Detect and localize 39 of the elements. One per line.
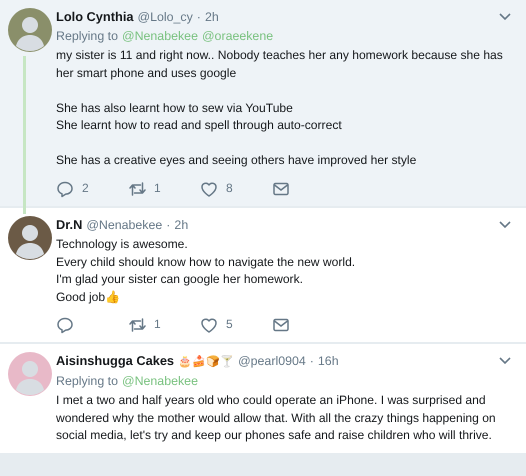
user-name: Aisinshugga Cakes xyxy=(56,352,174,370)
separator-dot: · xyxy=(196,9,201,26)
replying-label: Replying to xyxy=(56,28,118,45)
tweet-time: 2h xyxy=(204,9,219,26)
mention-link[interactable]: @Nenabekee xyxy=(122,28,198,45)
user-handle: @pearl0904 xyxy=(238,353,306,370)
retweet-icon[interactable] xyxy=(128,316,146,334)
replying-label: Replying to xyxy=(56,372,118,390)
tweet-time: 2h xyxy=(174,216,188,234)
user-handle: @Nenabekee xyxy=(86,216,162,234)
avatar xyxy=(8,352,52,396)
tweet-time: 16h xyxy=(318,353,339,370)
user-name: Lolo Cynthia xyxy=(56,8,134,26)
user-name: Dr.N xyxy=(56,216,82,233)
action-count: 2 xyxy=(82,180,89,197)
separator-dot: · xyxy=(166,216,170,234)
avatar xyxy=(8,216,52,260)
avatar xyxy=(8,8,52,52)
name-emoji: 🎂🍰🍞🍸 xyxy=(178,354,234,370)
action-count: 1 xyxy=(154,316,161,334)
heart-icon[interactable] xyxy=(200,316,218,334)
tweet-text: my sister is 11 and right now.. Nobody teaches her any homework because she has her smart phone and uses google She has also learnt how to sew via YouTube She learnt how to read and spell through auto-correct She has a creative eyes and seeing others have improved her style xyxy=(56,47,504,169)
caret-icon[interactable] xyxy=(498,12,512,22)
heart-icon[interactable] xyxy=(200,180,218,198)
reply-icon[interactable] xyxy=(56,180,74,198)
tweet-text: I met a two and half years old who could operate an iPhone. I was surprised and wondered why the mother would allow that. With all the crazy things happening on social media, let's try and keep our phones safe and raise children who will thrive. xyxy=(56,392,497,444)
reply-icon[interactable] xyxy=(56,316,74,334)
action-count: 5 xyxy=(226,316,233,334)
tweet-text: Technology is awesome. Every child should know how to navigate the new world. I'm glad your sister can google her homework. Good job👍 xyxy=(56,236,356,306)
caret-icon[interactable] xyxy=(498,220,512,230)
action-count: 8 xyxy=(226,180,233,197)
user-handle: @Lolo_cy xyxy=(138,9,193,26)
retweet-icon[interactable] xyxy=(128,180,146,198)
action-count: 1 xyxy=(154,180,161,197)
mention-link[interactable]: @Nenabekee xyxy=(122,372,198,390)
caret-icon[interactable] xyxy=(498,356,512,366)
envelope-icon[interactable] xyxy=(272,316,290,334)
separator-dot: · xyxy=(310,353,314,370)
mention-link[interactable]: @oraeekene xyxy=(202,28,274,45)
